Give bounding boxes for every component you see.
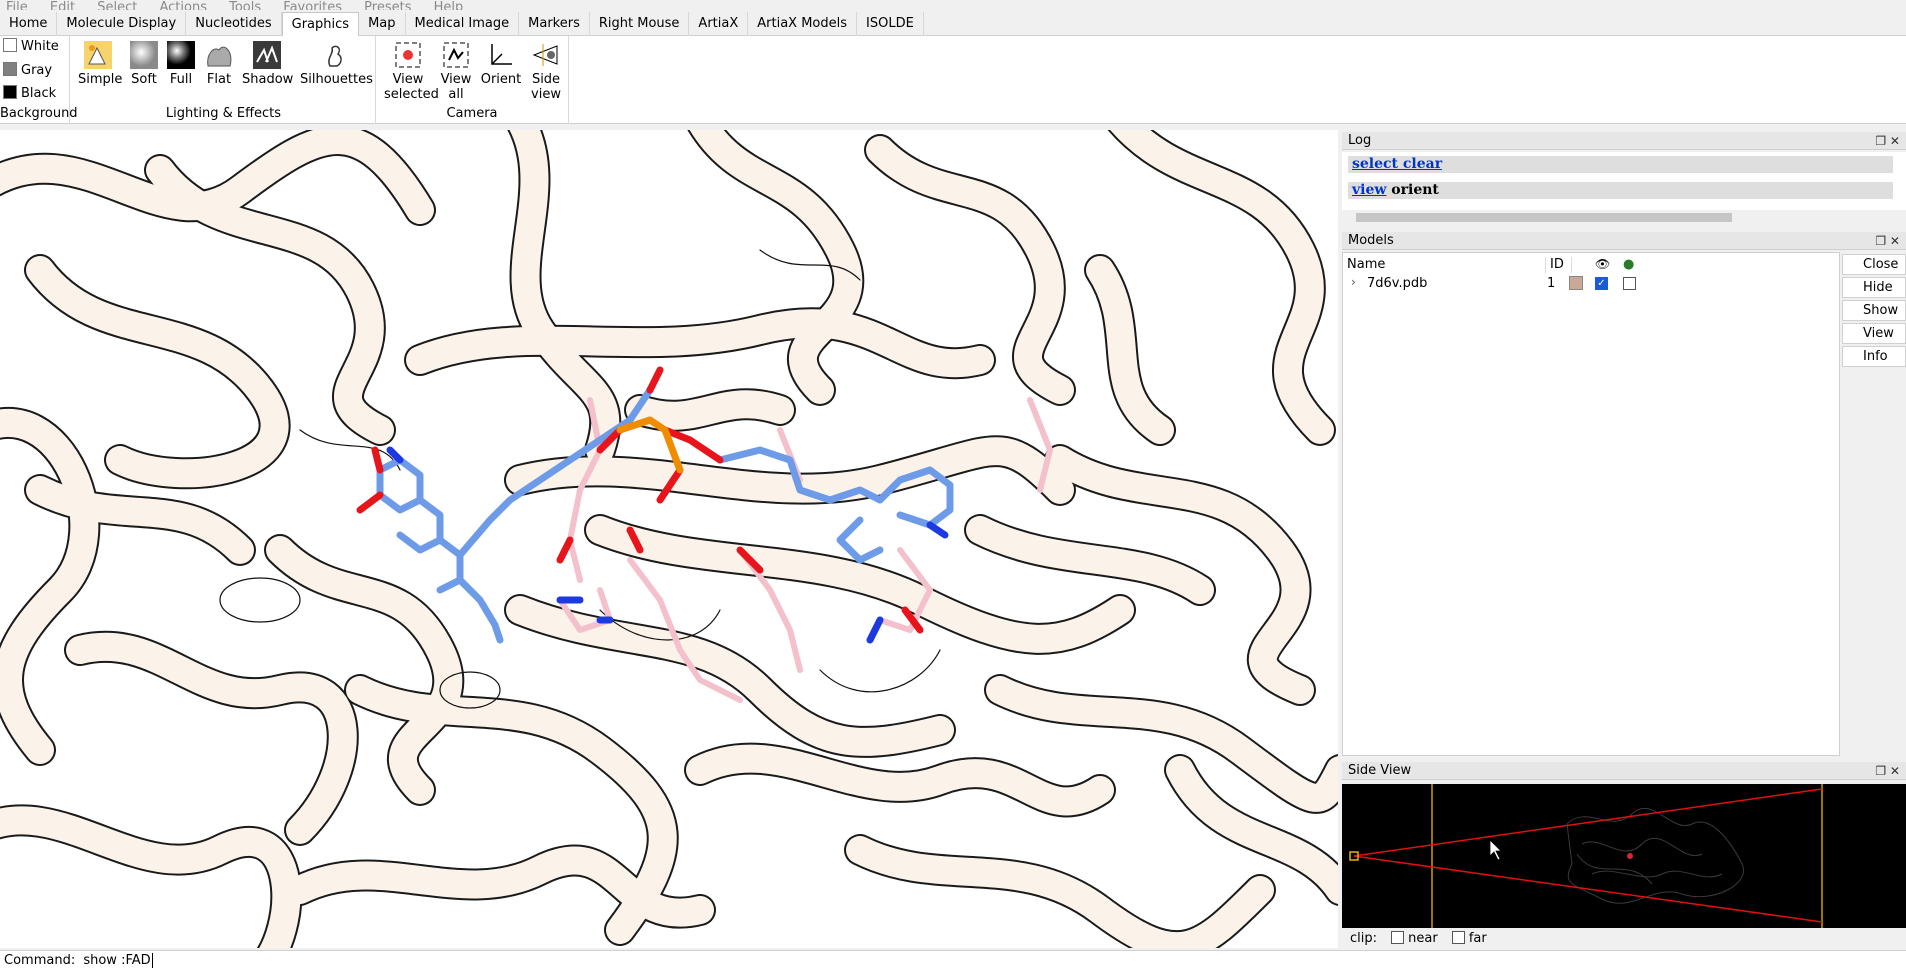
far-clip-checkbox[interactable] xyxy=(1451,931,1465,944)
simple-lighting-icon xyxy=(84,41,112,69)
eye-visibility-icon[interactable]: 👁 xyxy=(1595,257,1610,273)
tab-molecule-display[interactable]: Molecule Display xyxy=(57,12,187,36)
background-group: White Gray Black Background xyxy=(0,36,78,124)
model-name: 7d6v.pdb xyxy=(1367,276,1428,291)
info-model-button[interactable]: Info xyxy=(1842,346,1906,367)
molecule-rendering xyxy=(0,130,1338,948)
full-lighting-icon xyxy=(167,41,195,69)
near-clip-label: near xyxy=(1408,931,1438,946)
tab-markers[interactable]: Markers xyxy=(519,12,590,36)
chimerax-window: File Edit Select Actions Tools Favorites… xyxy=(0,0,1906,970)
show-model-button[interactable]: Show xyxy=(1842,300,1906,321)
simple-lighting-button[interactable]: Simple xyxy=(78,40,122,87)
shadow-button[interactable]: Shadow xyxy=(242,40,293,87)
models-float-close-icon[interactable]: ❐ ✕ xyxy=(1875,232,1900,250)
log-link-view[interactable]: view xyxy=(1352,182,1386,198)
side-view-button[interactable]: Side view xyxy=(526,40,566,102)
log-scrollbar-thumb[interactable] xyxy=(1356,213,1732,222)
view-selected-icon xyxy=(395,42,421,68)
column-header-name[interactable]: Name xyxy=(1347,257,1385,273)
lighting-group-label: Lighting & Effects xyxy=(165,106,282,121)
background-black-option[interactable]: Black xyxy=(3,85,56,101)
orient-button[interactable]: Orient xyxy=(480,40,522,87)
log-horizontal-scrollbar[interactable] xyxy=(1342,210,1906,224)
log-line-view-orient: view orient xyxy=(1348,182,1893,199)
model-shown-checkbox[interactable]: ✓ xyxy=(1595,277,1608,290)
model-id: 1 xyxy=(1547,276,1556,291)
camera-group-label: Camera xyxy=(446,106,498,121)
menu-favorites[interactable]: Favorites xyxy=(283,0,342,10)
expand-chevron-icon[interactable]: › xyxy=(1351,275,1356,289)
side-view-icon xyxy=(532,44,558,66)
menu-actions[interactable]: Actions xyxy=(159,0,207,10)
model-row[interactable]: › 7d6v.pdb 1 ✓ xyxy=(1343,275,1839,293)
menu-file[interactable]: File xyxy=(6,0,28,10)
graphics-ribbon: White Gray Black Background Simple Soft … xyxy=(0,36,1906,124)
near-clip-checkbox[interactable] xyxy=(1391,931,1405,944)
full-lighting-button[interactable]: Full xyxy=(164,40,198,87)
view-all-button[interactable]: View all xyxy=(438,40,474,102)
tab-nucleotides[interactable]: Nucleotides xyxy=(186,12,282,36)
command-label: Command: xyxy=(4,953,76,968)
close-model-button[interactable]: Close xyxy=(1842,254,1906,275)
model-color-swatch[interactable] xyxy=(1569,276,1583,290)
clip-label: clip: xyxy=(1350,931,1378,946)
command-input[interactable]: show :FAD xyxy=(83,953,153,968)
menu-select[interactable]: Select xyxy=(97,0,137,10)
side-view-float-close-icon[interactable]: ❐ ✕ xyxy=(1875,762,1900,780)
menu-edit[interactable]: Edit xyxy=(50,0,75,10)
menu-bar: File Edit Select Actions Tools Favorites… xyxy=(0,0,1906,10)
flat-lighting-button[interactable]: Flat xyxy=(202,40,236,87)
shadow-icon xyxy=(253,41,281,69)
log-link-select-clear[interactable]: select clear xyxy=(1352,156,1442,172)
tab-medical-image[interactable]: Medical Image xyxy=(406,12,520,36)
menu-presets[interactable]: Presets xyxy=(364,0,411,10)
view-frustum-top xyxy=(1353,788,1823,857)
background-gray-option[interactable]: Gray xyxy=(3,62,52,78)
side-view-canvas[interactable] xyxy=(1342,784,1906,928)
far-clip-label: far xyxy=(1468,931,1487,946)
side-view-ligand-marker xyxy=(1627,853,1633,859)
side-view-diagram xyxy=(1349,784,1823,928)
silhouettes-icon xyxy=(328,45,342,67)
menu-help[interactable]: Help xyxy=(434,0,464,10)
hide-model-button[interactable]: Hide xyxy=(1842,277,1906,298)
soft-lighting-button[interactable]: Soft xyxy=(127,40,161,87)
tab-right-mouse[interactable]: Right Mouse xyxy=(590,12,690,36)
models-table: Name ID 👁 ● › 7d6v.pdb 1 ✓ xyxy=(1342,252,1840,756)
background-white-option[interactable]: White xyxy=(3,38,59,54)
clip-controls: clip: near far xyxy=(1342,928,1906,950)
column-header-id[interactable]: ID xyxy=(1545,257,1564,273)
lighting-group: Simple Soft Full Flat Shadow Silhouettes xyxy=(72,36,376,124)
models-panel-title: Models ❐ ✕ xyxy=(1342,232,1906,250)
graphics-viewport[interactable] xyxy=(0,130,1338,948)
soft-lighting-icon xyxy=(130,41,158,69)
mouse-cursor-icon xyxy=(1489,839,1502,861)
silhouettes-button[interactable]: Silhouettes xyxy=(300,40,373,87)
tab-artiax[interactable]: ArtiaX xyxy=(689,12,749,36)
command-line: Command: show :FAD xyxy=(0,950,1906,970)
tab-home[interactable]: Home xyxy=(0,12,58,36)
side-view-panel-title: Side View ❐ ✕ xyxy=(1342,762,1906,780)
orient-axes-icon xyxy=(491,44,512,65)
view-selected-button[interactable]: View selected xyxy=(384,40,439,102)
tab-artiax-models[interactable]: ArtiaX Models xyxy=(748,12,858,36)
view-frustum-bottom xyxy=(1353,855,1823,923)
log-panel-title: Log ❐ ✕ xyxy=(1342,132,1906,150)
view-model-button[interactable]: View xyxy=(1842,323,1906,344)
log-line-select-clear: select clear xyxy=(1348,156,1893,173)
menu-tools[interactable]: Tools xyxy=(229,0,261,10)
column-header-color[interactable] xyxy=(1571,257,1593,273)
toolbar-tabs: Home Molecule Display Nucleotides Graphi… xyxy=(0,12,1906,37)
tab-map[interactable]: Map xyxy=(359,12,406,36)
tab-graphics[interactable]: Graphics xyxy=(281,12,360,37)
model-select-checkbox[interactable] xyxy=(1623,277,1636,290)
background-group-label: Background xyxy=(0,106,78,121)
camera-group: View selected View all Orient Side view Cam… xyxy=(376,36,569,124)
select-column-icon[interactable]: ● xyxy=(1623,257,1634,273)
log-float-close-icon[interactable]: ❐ ✕ xyxy=(1875,132,1900,150)
flat-lighting-icon xyxy=(207,46,232,67)
tab-isolde[interactable]: ISOLDE xyxy=(857,12,924,36)
view-all-icon xyxy=(443,42,469,68)
